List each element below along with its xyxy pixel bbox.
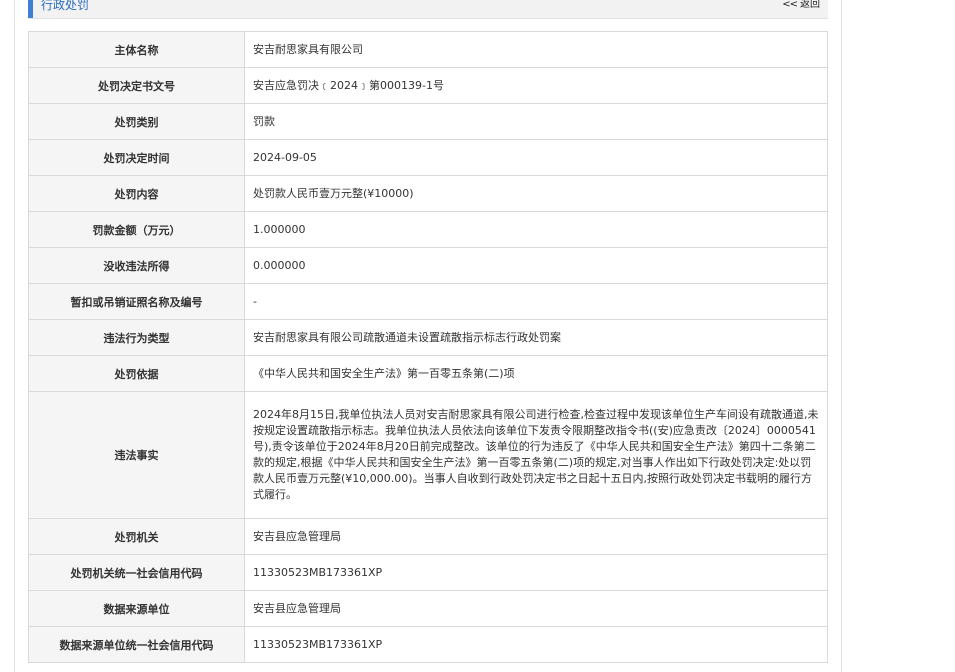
section-title: 行政处罚 — [41, 0, 90, 12]
row-label-data-source: 数据来源单位 — [28, 590, 245, 627]
back-label: 返回 — [800, 0, 820, 10]
row-label-entity-name: 主体名称 — [28, 31, 245, 68]
back-arrows-icon: << — [782, 0, 798, 10]
row-label-confiscated-income: 没收违法所得 — [28, 247, 245, 284]
table-row: 数据来源单位 安吉县应急管理局 — [28, 590, 828, 627]
row-value-decision-date: 2024-09-05 — [244, 139, 828, 176]
table-row: 违法事实 2024年8月15日,我单位执法人员对安吉耐思家具有限公司进行检查,检… — [28, 391, 828, 519]
row-value-entity-name: 安吉耐思家具有限公司 — [244, 31, 828, 68]
row-label-decision-date: 处罚决定时间 — [28, 139, 245, 176]
table-row: 没收违法所得 0.000000 — [28, 247, 828, 284]
back-link[interactable]: << 返回 — [782, 0, 820, 13]
table-row: 处罚决定时间 2024-09-05 — [28, 139, 828, 176]
row-value-authority-credit-code: 11330523MB173361XP — [244, 554, 828, 591]
header-accent-bar — [28, 0, 33, 18]
table-row: 处罚决定书文号 安吉应急罚决﹝2024﹞第000139-1号 — [28, 67, 828, 104]
row-value-violation-type: 安吉耐思家具有限公司疏散通道未设置疏散指示标志行政处罚案 — [244, 319, 828, 356]
table-row: 暂扣或吊销证照名称及编号 - — [28, 283, 828, 320]
detail-table: 主体名称 安吉耐思家具有限公司 处罚决定书文号 安吉应急罚决﹝2024﹞第000… — [28, 31, 828, 663]
row-label-fine-amount: 罚款金额（万元） — [28, 211, 245, 248]
row-value-penalty-authority: 安吉县应急管理局 — [244, 518, 828, 555]
section-header: 行政处罚 << 返回 — [28, 0, 828, 19]
row-value-confiscated-income: 0.000000 — [244, 247, 828, 284]
row-label-violation-facts: 违法事实 — [28, 391, 245, 519]
table-row: 处罚内容 处罚款人民币壹万元整(¥10000) — [28, 175, 828, 212]
row-label-license-suspension: 暂扣或吊销证照名称及编号 — [28, 283, 245, 320]
row-label-penalty-category: 处罚类别 — [28, 103, 245, 140]
table-row: 主体名称 安吉耐思家具有限公司 — [28, 31, 828, 68]
row-value-source-credit-code: 11330523MB173361XP — [244, 626, 828, 663]
row-value-fine-amount: 1.000000 — [244, 211, 828, 248]
table-row: 违法行为类型 安吉耐思家具有限公司疏散通道未设置疏散指示标志行政处罚案 — [28, 319, 828, 356]
row-label-source-credit-code: 数据来源单位统一社会信用代码 — [28, 626, 245, 663]
row-label-violation-type: 违法行为类型 — [28, 319, 245, 356]
row-value-license-suspension: - — [244, 283, 828, 320]
row-value-decision-number: 安吉应急罚决﹝2024﹞第000139-1号 — [244, 67, 828, 104]
row-label-penalty-basis: 处罚依据 — [28, 355, 245, 392]
row-label-decision-number: 处罚决定书文号 — [28, 67, 245, 104]
row-label-authority-credit-code: 处罚机关统一社会信用代码 — [28, 554, 245, 591]
row-value-penalty-content: 处罚款人民币壹万元整(¥10000) — [244, 175, 828, 212]
table-row: 处罚类别 罚款 — [28, 103, 828, 140]
row-value-violation-facts: 2024年8月15日,我单位执法人员对安吉耐思家具有限公司进行检查,检查过程中发… — [244, 391, 828, 519]
row-value-penalty-basis: 《中华人民共和国安全生产法》第一百零五条第(二)项 — [244, 355, 828, 392]
table-row: 处罚机关统一社会信用代码 11330523MB173361XP — [28, 554, 828, 591]
table-row: 处罚机关 安吉县应急管理局 — [28, 518, 828, 555]
table-row: 数据来源单位统一社会信用代码 11330523MB173361XP — [28, 626, 828, 663]
row-label-penalty-content: 处罚内容 — [28, 175, 245, 212]
table-row: 处罚依据 《中华人民共和国安全生产法》第一百零五条第(二)项 — [28, 355, 828, 392]
row-label-penalty-authority: 处罚机关 — [28, 518, 245, 555]
table-row: 罚款金额（万元） 1.000000 — [28, 211, 828, 248]
row-value-penalty-category: 罚款 — [244, 103, 828, 140]
row-value-data-source: 安吉县应急管理局 — [244, 590, 828, 627]
